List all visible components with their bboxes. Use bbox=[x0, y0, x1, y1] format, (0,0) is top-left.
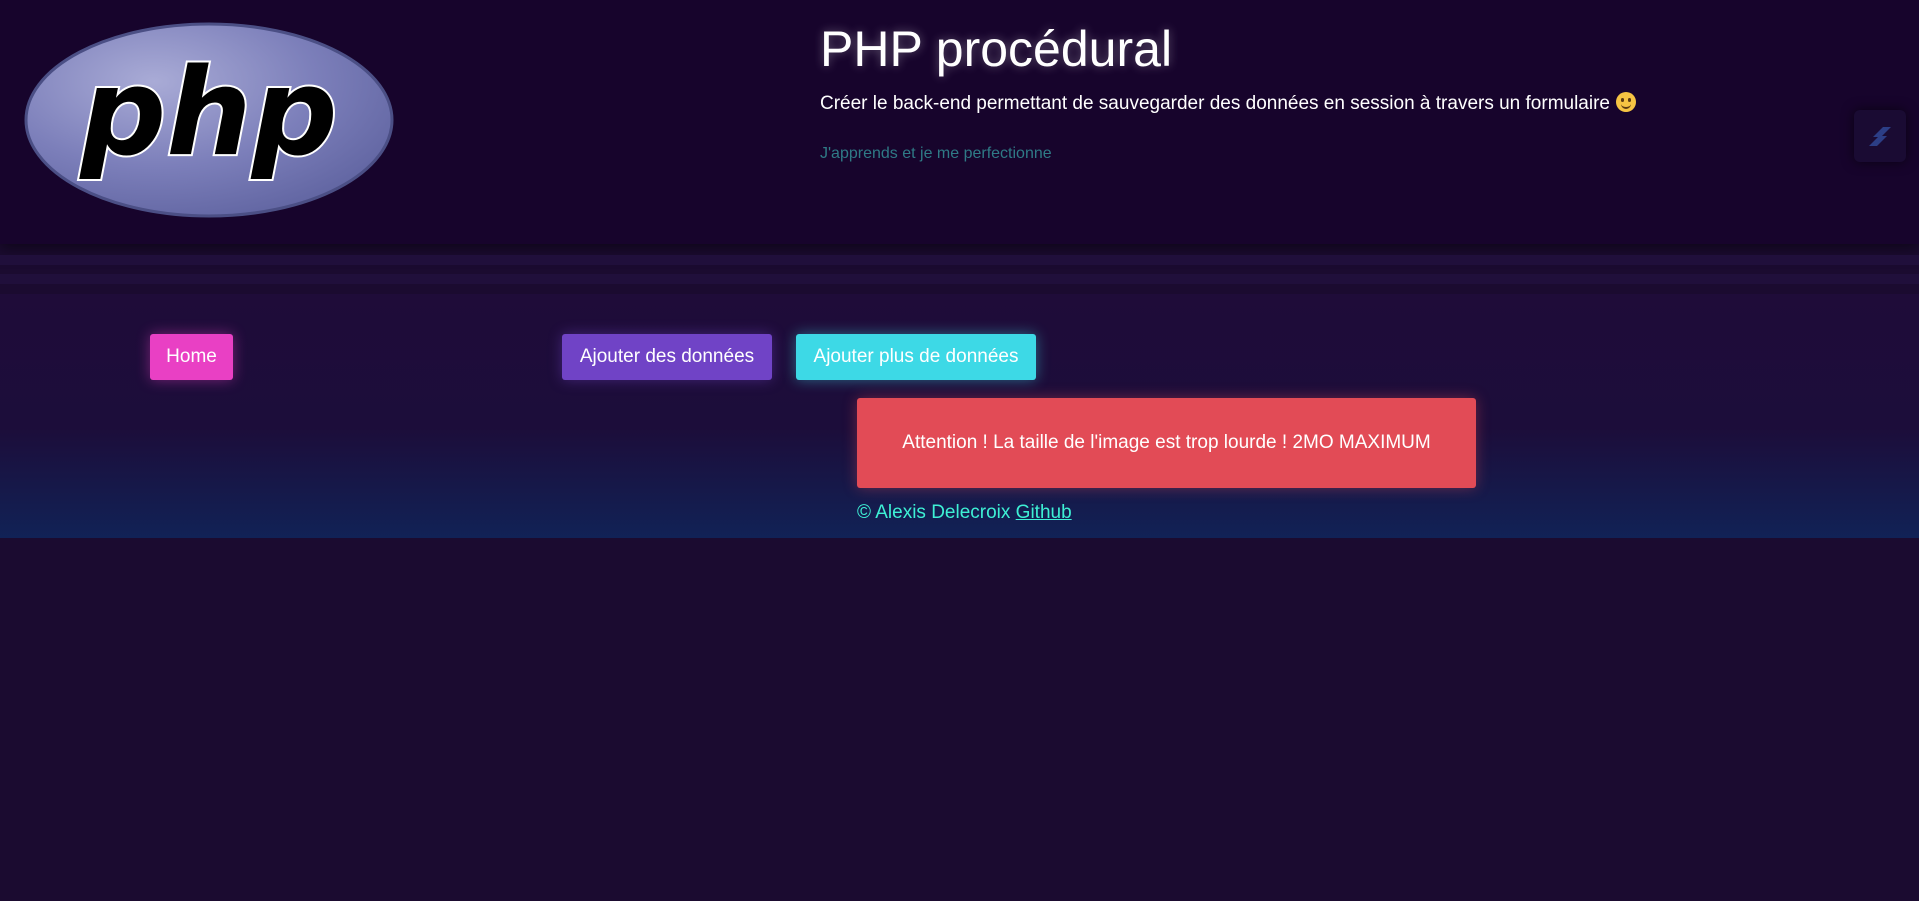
page-subtitle: Créer le back-end permettant de sauvegar… bbox=[820, 92, 1636, 115]
github-link[interactable]: Github bbox=[1016, 502, 1072, 523]
site-footer: © Alexis Delecroix Github bbox=[857, 502, 1072, 524]
page-title: PHP procédural bbox=[820, 21, 1173, 77]
smiling-face-icon bbox=[1616, 92, 1636, 112]
side-widget[interactable] bbox=[1854, 110, 1906, 162]
error-alert: Attention ! La taille de l'image est tro… bbox=[857, 398, 1476, 488]
footer-copyright: © Alexis Delecroix bbox=[857, 502, 1011, 523]
stacked-bars-icon bbox=[1869, 127, 1891, 146]
add-data-button[interactable]: Ajouter des données bbox=[562, 334, 772, 380]
divider-stripe bbox=[0, 255, 1919, 265]
home-button[interactable]: Home bbox=[150, 334, 233, 380]
php-logo: php bbox=[24, 22, 394, 218]
page: php PHP procédural Créer le back-end per… bbox=[0, 0, 1919, 901]
site-header: php PHP procédural Créer le back-end per… bbox=[0, 0, 1919, 244]
page-tagline: J'apprends et je me perfectionne bbox=[820, 145, 1052, 162]
php-logo-text: php bbox=[78, 44, 337, 183]
add-more-data-button[interactable]: Ajouter plus de données bbox=[796, 334, 1036, 380]
divider-stripe bbox=[0, 274, 1919, 284]
page-subtitle-text: Créer le back-end permettant de sauvegar… bbox=[820, 93, 1610, 114]
error-alert-message: Attention ! La taille de l'image est tro… bbox=[902, 432, 1431, 453]
